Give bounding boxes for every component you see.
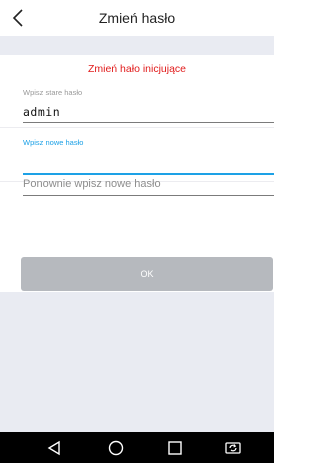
- chevron-left-icon: [12, 9, 23, 27]
- page-title: Zmień hasło: [98, 10, 176, 26]
- screen-rotate-icon: [225, 442, 241, 454]
- back-triangle-icon: [47, 440, 60, 456]
- old-password-underline: [23, 122, 274, 123]
- field-divider: [0, 127, 274, 128]
- back-button[interactable]: [4, 4, 32, 32]
- change-password-form: Zmień hało inicjujące Wpisz stare hasło …: [0, 55, 274, 292]
- old-password-input[interactable]: admin: [23, 105, 60, 119]
- header-spacer: [0, 36, 274, 55]
- app-header: Zmień hasło: [0, 0, 274, 36]
- nav-recents-button[interactable]: [163, 436, 187, 460]
- home-circle-icon: [108, 440, 124, 456]
- new-password-underline: [23, 173, 274, 175]
- error-message: Zmień hało inicjujące: [87, 63, 187, 75]
- confirm-password-input[interactable]: Ponownie wpisz nowe hasło: [23, 178, 161, 190]
- system-nav-bar: [0, 432, 274, 463]
- nav-back-button[interactable]: [42, 436, 66, 460]
- new-password-input[interactable]: [23, 153, 273, 167]
- recents-square-icon: [168, 441, 182, 455]
- nav-rotate-button[interactable]: [221, 436, 245, 460]
- confirm-password-underline: [23, 195, 274, 196]
- new-password-label: Wpisz nowe hasło: [23, 138, 84, 147]
- old-password-label: Wpisz stare hasło: [23, 88, 83, 97]
- content-background: [0, 292, 274, 432]
- ok-button[interactable]: OK: [21, 257, 273, 291]
- nav-home-button[interactable]: [104, 436, 128, 460]
